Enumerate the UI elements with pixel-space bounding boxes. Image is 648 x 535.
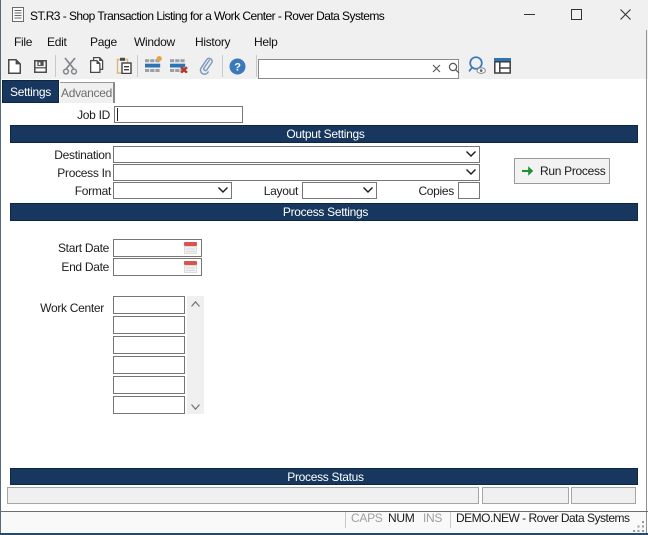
svg-text:?: ? bbox=[234, 62, 241, 74]
